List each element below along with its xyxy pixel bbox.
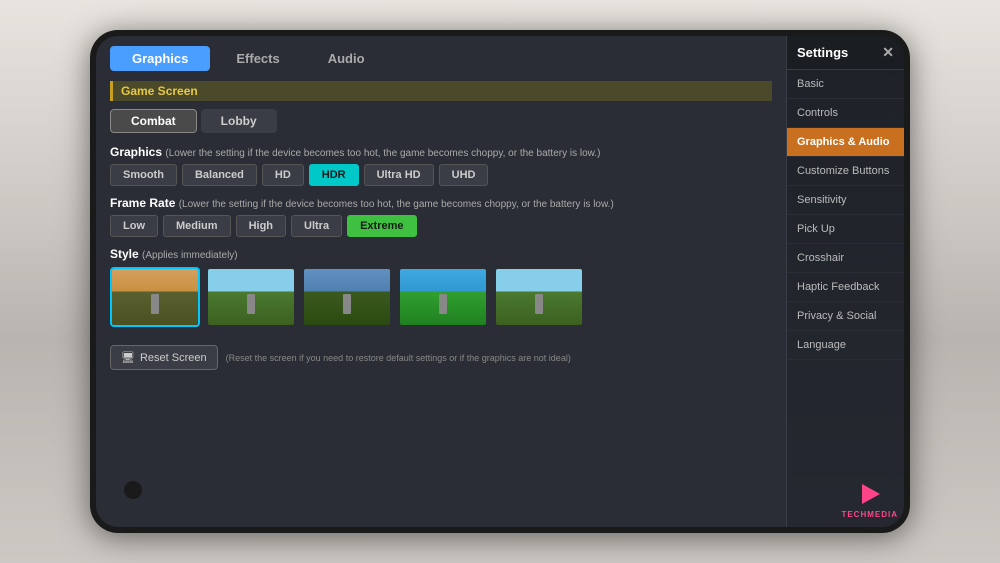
graphics-options: Smooth Balanced HD HDR Ultra HD UHD (110, 164, 772, 186)
settings-main: Graphics Effects Audio Game Screen Comba… (96, 36, 786, 527)
framerate-options: Low Medium High Ultra Extreme (110, 215, 772, 237)
reset-note: (Reset the screen if you need to restore… (226, 353, 571, 363)
tab-audio[interactable]: Audio (306, 46, 387, 71)
framerate-option-medium[interactable]: Medium (163, 215, 231, 237)
style-thumb-0[interactable] (110, 267, 200, 327)
sidebar-item-basic[interactable]: Basic (787, 70, 904, 99)
sidebar-item-graphics-audio[interactable]: Graphics & Audio (787, 128, 904, 157)
sidebar-item-language[interactable]: Language (787, 331, 904, 360)
monitor-icon: 🖥 (121, 351, 135, 364)
sub-tabs-container: Combat Lobby (110, 109, 772, 133)
close-button[interactable]: ✕ (882, 44, 894, 61)
style-thumb-4[interactable] (494, 267, 584, 327)
reset-row: 🖥 Reset Screen (Reset the screen if you … (110, 345, 772, 370)
framerate-option-extreme[interactable]: Extreme (347, 215, 416, 237)
techmedia-icon (856, 480, 884, 508)
style-thumb-1[interactable] (206, 267, 296, 327)
sidebar-item-pickup[interactable]: Pick Up (787, 215, 904, 244)
style-thumb-2-img (304, 269, 390, 325)
tab-lobby[interactable]: Lobby (201, 109, 277, 133)
framerate-note: (Lower the setting if the device becomes… (179, 199, 614, 210)
sidebar-item-controls[interactable]: Controls (787, 99, 904, 128)
style-setting-row: Style (Applies immediately) (110, 247, 772, 327)
graphics-option-smooth[interactable]: Smooth (110, 164, 177, 186)
graphics-note: (Lower the setting if the device becomes… (165, 148, 600, 159)
sidebar-header: Settings ✕ (787, 36, 904, 70)
graphics-setting-row: Graphics (Lower the setting if the devic… (110, 145, 772, 186)
sidebar-item-privacy[interactable]: Privacy & Social (787, 302, 904, 331)
right-sidebar: Settings ✕ Basic Controls Graphics & Aud… (786, 36, 904, 527)
sidebar-item-crosshair[interactable]: Crosshair (787, 244, 904, 273)
style-title: Style (Applies immediately) (110, 247, 772, 261)
sidebar-item-customize[interactable]: Customize Buttons (787, 157, 904, 186)
graphics-option-balanced[interactable]: Balanced (182, 164, 257, 186)
style-thumb-4-img (496, 269, 582, 325)
punch-hole-camera (124, 481, 142, 499)
sidebar-item-sensitivity[interactable]: Sensitivity (787, 186, 904, 215)
style-thumb-2[interactable] (302, 267, 392, 327)
sidebar-title: Settings (797, 45, 848, 60)
reset-button-label: Reset Screen (140, 352, 207, 364)
section-label: Game Screen (110, 81, 772, 101)
graphics-option-hd[interactable]: HD (262, 164, 304, 186)
style-thumb-1-img (208, 269, 294, 325)
graphics-option-hdr[interactable]: HDR (309, 164, 359, 186)
style-thumb-3[interactable] (398, 267, 488, 327)
sidebar-item-haptic[interactable]: Haptic Feedback (787, 273, 904, 302)
graphics-option-uhd[interactable]: UHD (439, 164, 489, 186)
tab-effects[interactable]: Effects (214, 46, 301, 71)
style-thumb-3-img (400, 269, 486, 325)
framerate-title: Frame Rate (Lower the setting if the dev… (110, 196, 772, 210)
framerate-option-ultra[interactable]: Ultra (291, 215, 342, 237)
framerate-option-high[interactable]: High (236, 215, 286, 237)
framerate-setting-row: Frame Rate (Lower the setting if the dev… (110, 196, 772, 237)
style-thumbnails-container (110, 267, 772, 327)
phone-screen: Graphics Effects Audio Game Screen Comba… (96, 36, 904, 527)
tab-graphics[interactable]: Graphics (110, 46, 210, 71)
style-note: (Applies immediately) (142, 250, 238, 261)
reset-screen-button[interactable]: 🖥 Reset Screen (110, 345, 218, 370)
watermark-text: TECHMEDIA (841, 510, 898, 519)
framerate-option-low[interactable]: Low (110, 215, 158, 237)
graphics-title: Graphics (Lower the setting if the devic… (110, 145, 772, 159)
style-thumb-0-img (112, 269, 198, 325)
top-tabs-container: Graphics Effects Audio (110, 46, 772, 71)
watermark: TECHMEDIA (841, 480, 898, 519)
graphics-option-ultrahd[interactable]: Ultra HD (364, 164, 434, 186)
tab-combat[interactable]: Combat (110, 109, 197, 133)
phone-frame: Graphics Effects Audio Game Screen Comba… (90, 30, 910, 533)
